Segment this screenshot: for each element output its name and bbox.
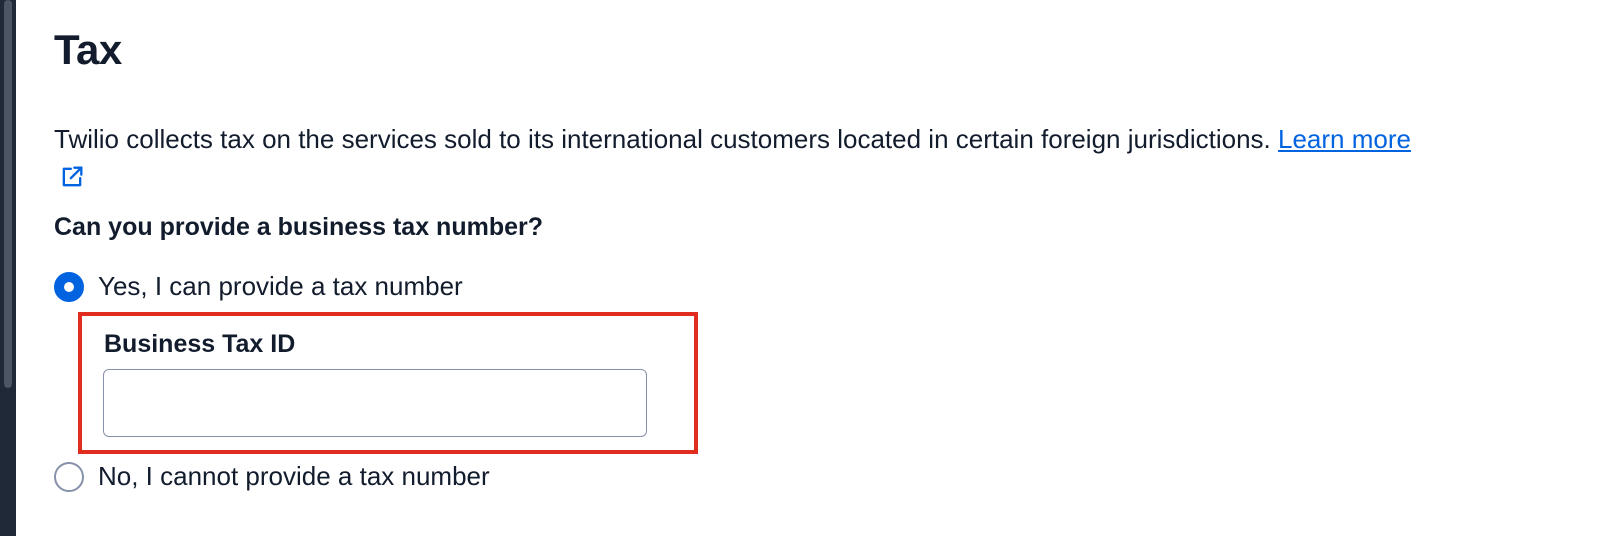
scrollbar[interactable] [4,0,12,388]
radio-option-yes[interactable]: Yes, I can provide a tax number [54,271,463,302]
radio-option-no-label[interactable]: No, I cannot provide a tax number [98,461,490,492]
external-link-icon[interactable] [58,163,86,191]
radio-button-unselected[interactable] [54,461,84,492]
business-tax-id-input[interactable] [103,369,647,437]
radio-option-yes-label[interactable]: Yes, I can provide a tax number [98,271,463,302]
tax-description: Twilio collects tax on the services sold… [54,121,1504,157]
radio-option-no[interactable]: No, I cannot provide a tax number [54,461,490,492]
left-sidebar-edge [0,0,16,536]
learn-more-link[interactable]: Learn more [1278,124,1411,154]
tax-number-question: Can you provide a business tax number? [54,213,544,241]
radio-button-selected[interactable] [54,271,84,302]
business-tax-id-label: Business Tax ID [104,330,296,358]
description-text: Twilio collects tax on the services sold… [54,124,1279,154]
page-title: Tax [54,26,122,73]
